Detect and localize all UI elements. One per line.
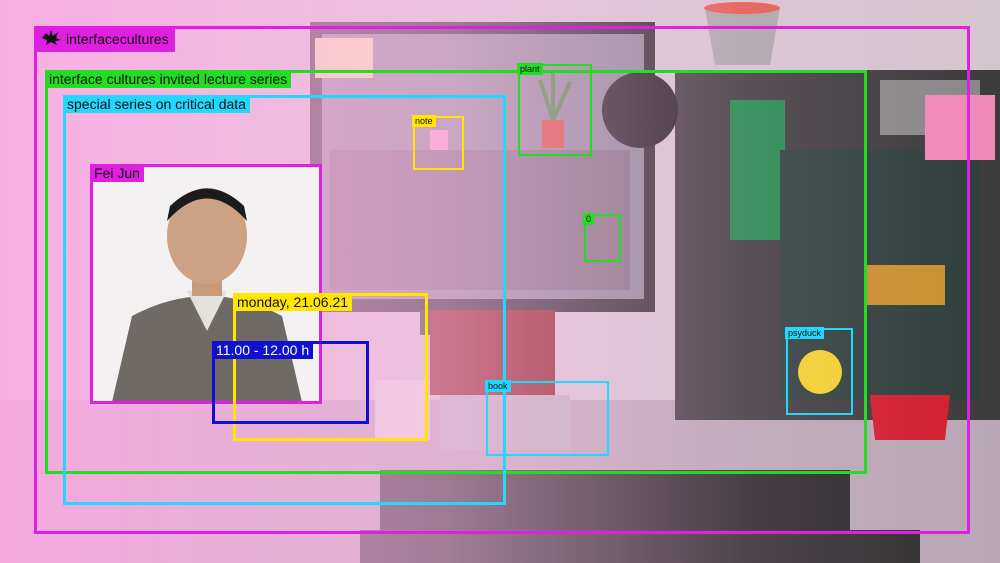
note-label: note [412,115,436,127]
plant-frame: plant [517,63,592,156]
plant-label: plant [517,63,543,75]
date-label: monday, 21.06.21 [233,293,353,311]
zero-frame: 0 [583,213,621,262]
book-label: book [485,380,511,392]
brand-tag: interfacecultures [34,26,175,52]
speaker-name: Fei Jun [90,164,144,182]
psyduck-frame: psyduck [785,327,853,415]
note-frame: note [412,115,464,170]
brand-name: interfacecultures [66,31,169,47]
subseries-label: special series on critical data [63,95,250,113]
zero-label: 0 [583,213,595,225]
series-label: interface cultures invited lecture serie… [45,70,292,88]
book-frame: book [485,380,609,456]
time-label: 11.00 - 12.00 h [212,341,314,359]
splat-logo-icon [40,28,62,50]
time-frame: 11.00 - 12.00 h [212,341,369,424]
psyduck-label: psyduck [785,327,825,339]
